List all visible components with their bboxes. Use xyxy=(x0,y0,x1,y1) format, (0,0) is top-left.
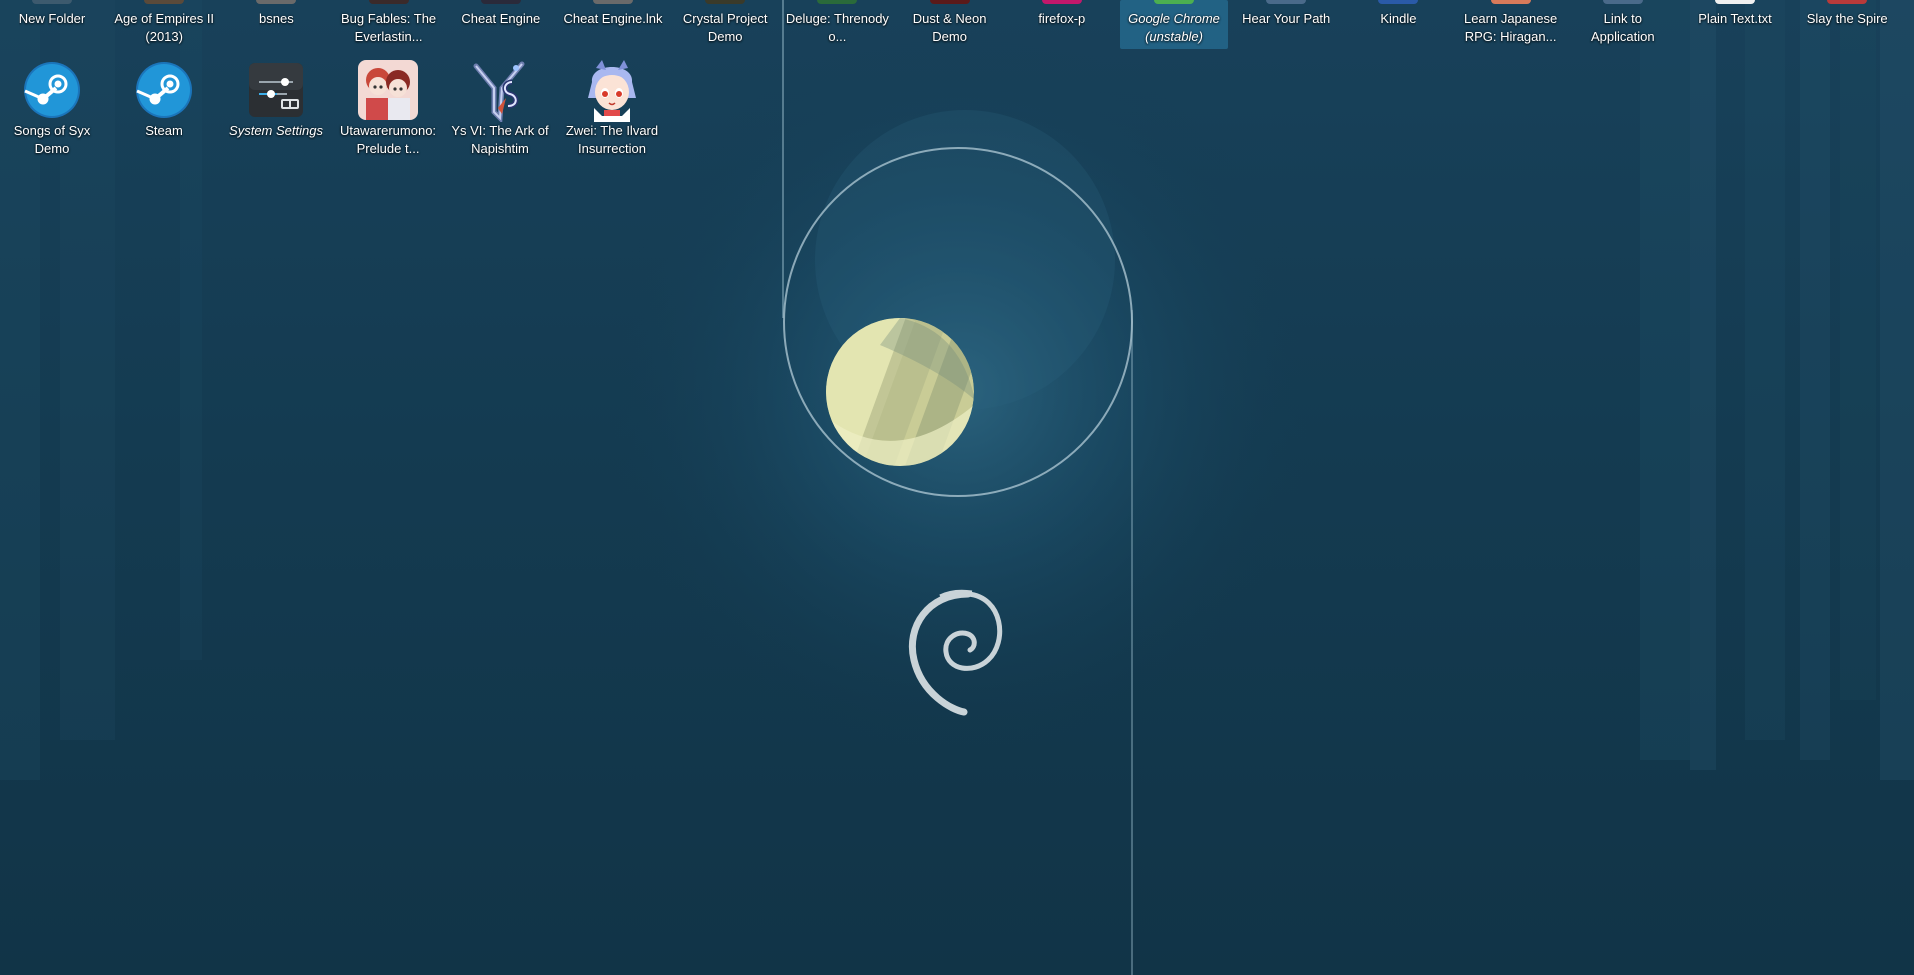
desktop-icon-link-to-application[interactable]: Link to Application xyxy=(1569,0,1677,46)
desktop-icon-label: Utawarerumono: Prelude t... xyxy=(339,123,437,156)
desktop-icon-plain-text[interactable]: Plain Text.txt xyxy=(1681,0,1789,28)
link-icon xyxy=(1591,0,1655,4)
desktop-icon-label: Songs of Syx Demo xyxy=(13,123,91,156)
game-icon xyxy=(918,0,982,4)
desktop-icon-label: Age of Empires II (2013) xyxy=(114,11,215,44)
game-icon xyxy=(1479,0,1543,4)
desktop-icon-age-of-empires[interactable]: Age of Empires II (2013) xyxy=(110,0,218,46)
desktop-icon-zwei[interactable]: Zwei: The Ilvard Insurrection xyxy=(558,58,666,158)
settings-icon xyxy=(244,58,308,122)
desktop-icon-deluge[interactable]: Deluge: Threnody o... xyxy=(783,0,891,46)
desktop-icon-label: Cheat Engine.lnk xyxy=(563,11,663,26)
text-file-icon xyxy=(1703,0,1767,4)
emulator-icon xyxy=(244,0,308,4)
desktop-icon-bug-fables[interactable]: Bug Fables: The Everlastin... xyxy=(335,0,443,46)
desktop-icon-label: Cheat Engine xyxy=(461,11,541,26)
game-icon xyxy=(693,0,757,4)
game-icon xyxy=(805,0,869,4)
cheat-engine-icon xyxy=(469,0,533,4)
desktop-icon-steam[interactable]: Steam xyxy=(110,58,218,140)
desktop-wallpaper xyxy=(0,0,1914,975)
zwei-character-icon xyxy=(580,58,644,122)
desktop-icon-label: Ys VI: The Ark of Napishtim xyxy=(451,123,549,156)
kindle-icon xyxy=(1366,0,1430,4)
desktop-icon-cheat-engine[interactable]: Cheat Engine xyxy=(447,0,555,28)
desktop-icon-google-chrome[interactable]: Google Chrome (unstable) xyxy=(1120,0,1228,49)
desktop-icon-kindle[interactable]: Kindle xyxy=(1344,0,1452,28)
desktop-icon-slay-the-spire[interactable]: Slay the Spire xyxy=(1793,0,1901,28)
desktop-icon-label: Google Chrome (unstable) xyxy=(1128,11,1220,44)
debian-wallpaper-art xyxy=(0,0,1914,975)
desktop-icon-songs-of-syx[interactable]: Songs of Syx Demo xyxy=(0,58,106,158)
folder-icon xyxy=(20,0,84,4)
steam-icon xyxy=(20,58,84,122)
desktop-icon-label: Slay the Spire xyxy=(1806,11,1888,26)
chrome-icon xyxy=(1142,0,1206,4)
desktop-icon-hear-your-path[interactable]: Hear Your Path xyxy=(1232,0,1340,28)
desktop-icon-bsnes[interactable]: bsnes xyxy=(222,0,330,28)
ys-logo-icon xyxy=(468,58,532,122)
firefox-icon xyxy=(1030,0,1094,4)
desktop-icon-label: bsnes xyxy=(259,11,294,26)
anime-game-icon xyxy=(356,58,420,122)
steam-icon xyxy=(132,58,196,122)
desktop-icon-label: Deluge: Threnody o... xyxy=(785,11,889,44)
desktop-icon-label: New Folder xyxy=(18,11,86,26)
desktop-icon-label: Learn Japanese RPG: Hiragan... xyxy=(1463,11,1558,44)
desktop-icon-learn-japanese[interactable]: Learn Japanese RPG: Hiragan... xyxy=(1457,0,1565,46)
desktop-icon-label: Dust & Neon Demo xyxy=(912,11,987,44)
desktop-icon-label: Zwei: The Ilvard Insurrection xyxy=(565,123,659,156)
desktop-icon-system-settings[interactable]: System Settings xyxy=(222,58,330,140)
desktop-icon-label: firefox-p xyxy=(1038,11,1086,26)
desktop-icon-label: Link to Application xyxy=(1590,11,1655,44)
desktop-icon-label: Bug Fables: The Everlastin... xyxy=(341,11,437,44)
desktop-icon-new-folder[interactable]: New Folder xyxy=(0,0,106,28)
desktop-icon-firefox[interactable]: firefox-p xyxy=(1008,0,1116,28)
desktop-icon-cheat-engine-lnk[interactable]: Cheat Engine.lnk xyxy=(559,0,667,28)
desktop-icon-dust-neon[interactable]: Dust & Neon Demo xyxy=(896,0,1004,46)
desktop-icon-label: System Settings xyxy=(229,123,323,138)
desktop-icon-label: Plain Text.txt xyxy=(1698,11,1772,26)
app-icon xyxy=(1254,0,1318,4)
desktop-icon-label: Crystal Project Demo xyxy=(682,11,768,44)
desktop-icon-label: Steam xyxy=(145,123,183,138)
desktop-icon-label: Hear Your Path xyxy=(1242,11,1331,26)
game-icon xyxy=(1815,0,1879,4)
desktop-icon-crystal-project[interactable]: Crystal Project Demo xyxy=(671,0,779,46)
desktop-icon-label: Kindle xyxy=(1380,11,1417,26)
game-icon xyxy=(357,0,421,4)
desktop-icon-ys-vi[interactable]: Ys VI: The Ark of Napishtim xyxy=(446,58,554,158)
shortcut-icon xyxy=(581,0,645,4)
game-icon xyxy=(132,0,196,4)
desktop-icon-utawarerumono[interactable]: Utawarerumono: Prelude t... xyxy=(334,58,442,158)
